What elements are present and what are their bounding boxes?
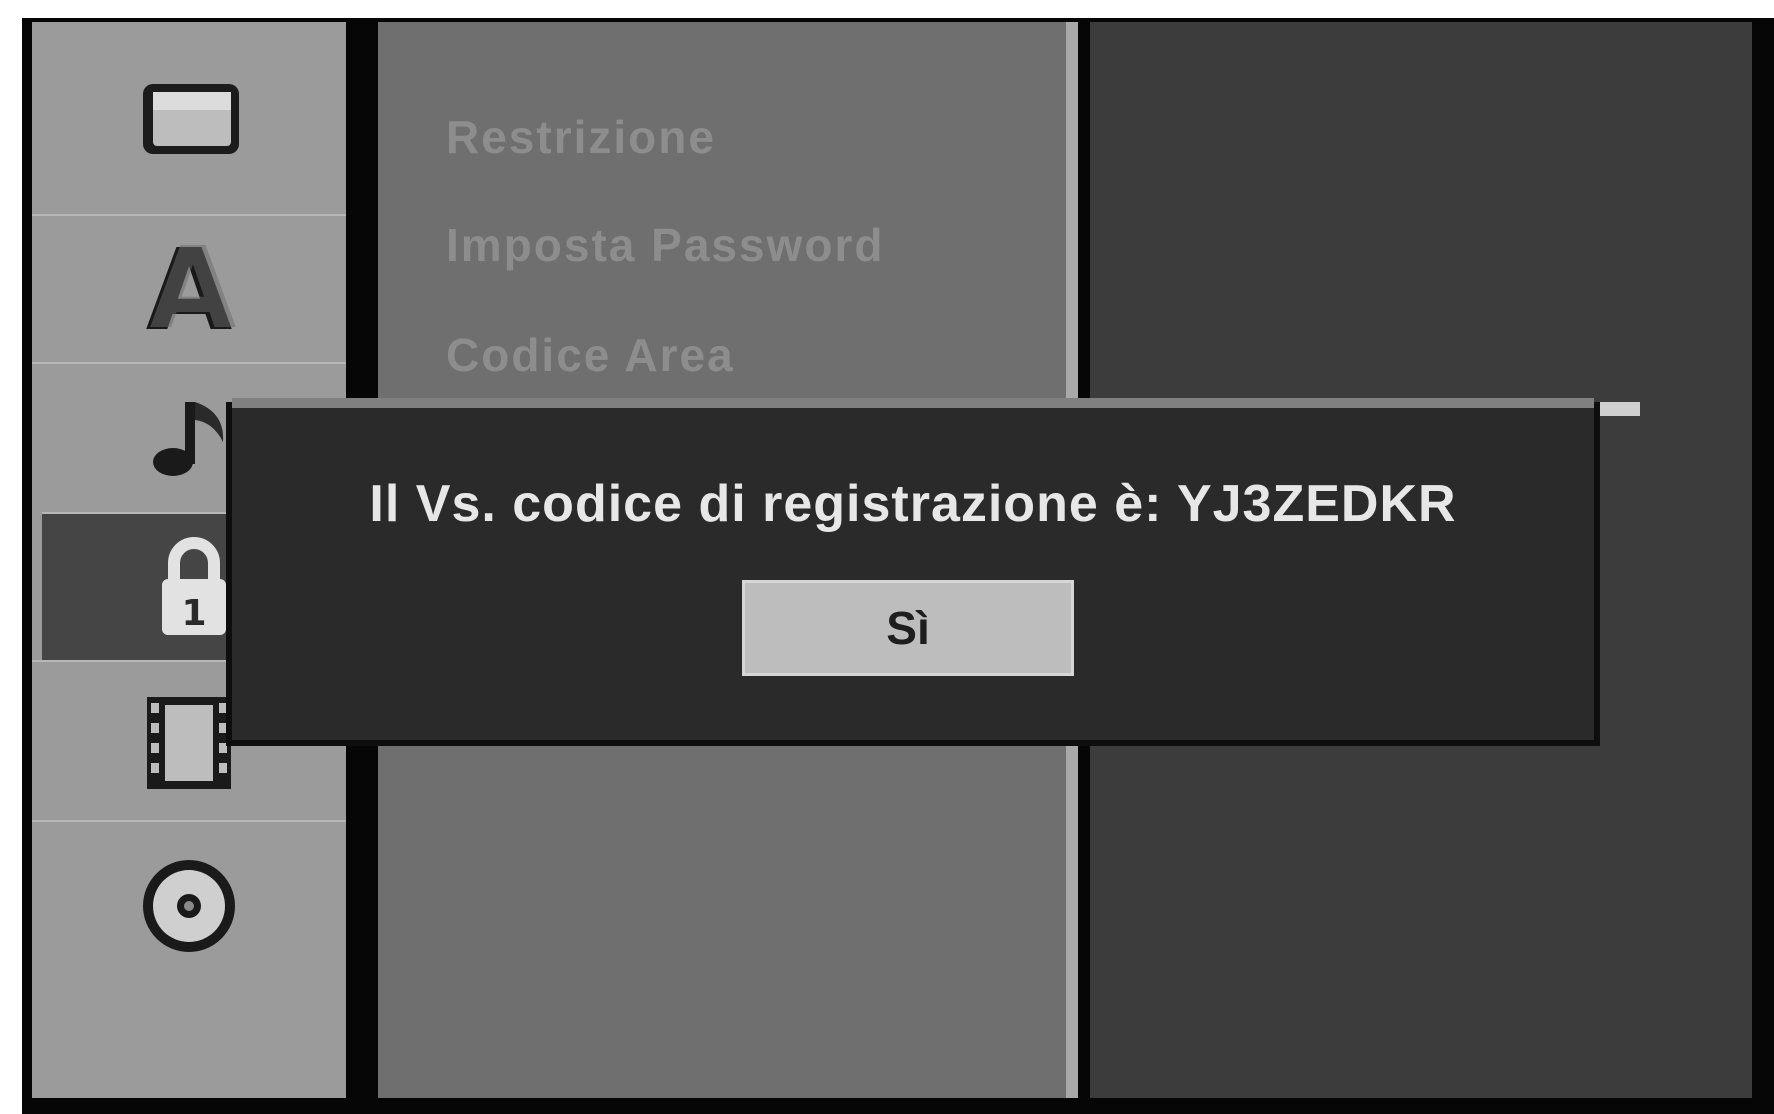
svg-text:1: 1 <box>181 593 206 634</box>
sidebar-item-language[interactable]: A A <box>32 214 346 362</box>
menu-item-codice-area[interactable]: Codice Area <box>446 328 735 382</box>
letter-a-icon: A A <box>146 229 237 349</box>
sidebar-item-display[interactable] <box>32 22 346 214</box>
dialog-message: Il Vs. codice di registrazione è: YJ3ZED… <box>369 475 1457 533</box>
audio-note-icon <box>153 402 224 476</box>
sidebar-item-disc[interactable] <box>32 820 346 990</box>
film-strip-icon <box>147 697 231 789</box>
dialog-top-bar <box>232 398 1594 408</box>
disc-icon <box>143 860 235 952</box>
registration-code-dialog: Il Vs. codice di registrazione è: YJ3ZED… <box>232 398 1594 740</box>
confirm-button[interactable]: Sì <box>742 580 1074 676</box>
svg-text:A: A <box>150 229 237 349</box>
menu-item-imposta-password[interactable]: Imposta Password <box>446 218 884 272</box>
tv-screen-icon <box>143 84 239 154</box>
menu-item-restrizione[interactable]: Restrizione <box>446 110 716 164</box>
